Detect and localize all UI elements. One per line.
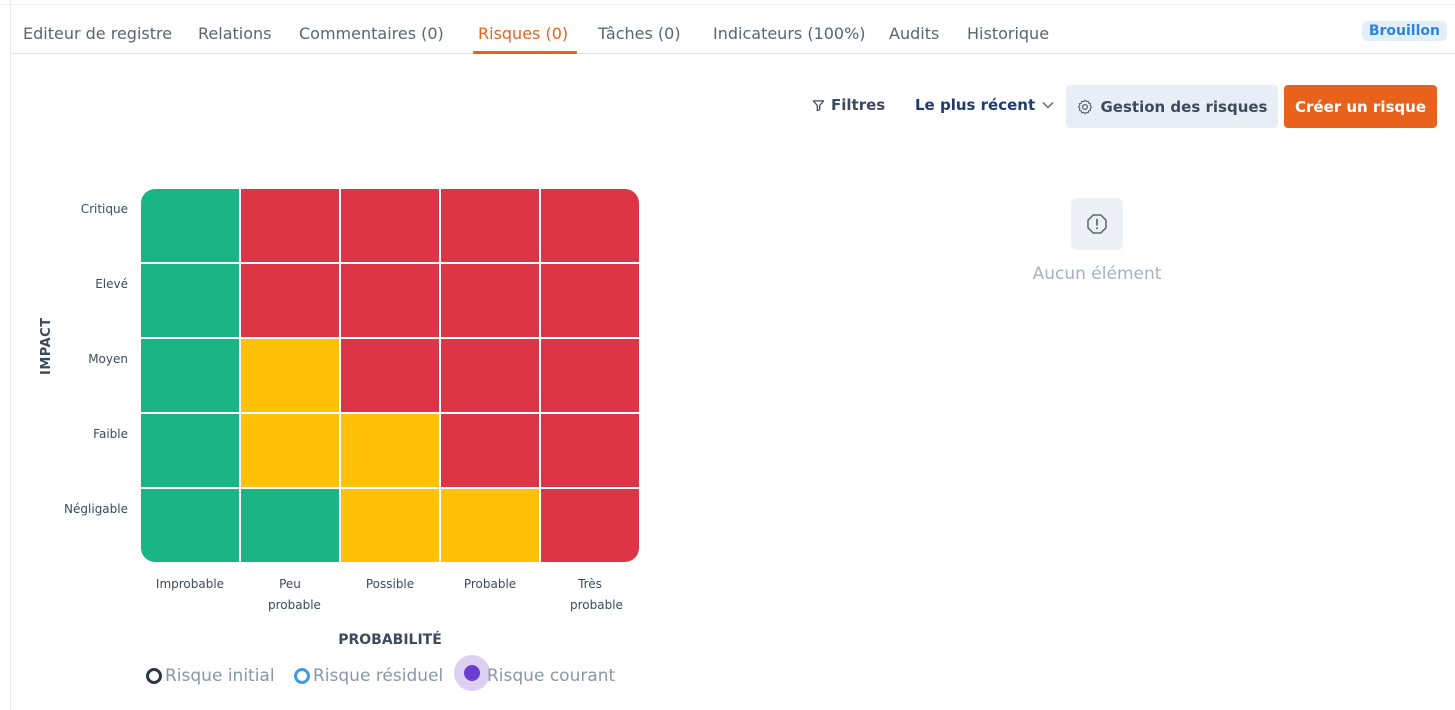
matrix-cell[interactable]: [541, 414, 639, 487]
risk-matrix: [141, 189, 639, 562]
matrix-cell[interactable]: [341, 414, 439, 487]
chevron-down-icon: [1042, 102, 1054, 109]
legend-initial-label: Risque initial: [165, 666, 275, 686]
current-risk-marker-icon: [464, 665, 480, 681]
alert-octagon-icon: [1071, 198, 1123, 250]
filter-button[interactable]: Filtres: [812, 96, 885, 114]
manage-risks-label: Gestion des risques: [1100, 97, 1268, 116]
legend-current-label: Risque courant: [487, 666, 616, 686]
legend-residual[interactable]: Risque résiduel: [294, 666, 443, 686]
row-label: Critique: [80, 202, 128, 216]
tab-taches[interactable]: Tâches (0): [598, 24, 681, 43]
gear-icon: [1077, 99, 1092, 114]
tab-risques[interactable]: Risques (0): [478, 24, 568, 43]
legend-initial[interactable]: Risque initial: [146, 666, 275, 686]
matrix-cell[interactable]: [141, 414, 239, 487]
initial-risk-marker-icon: [146, 668, 162, 684]
filter-icon: [812, 99, 825, 111]
sort-label: Le plus récent: [915, 96, 1036, 114]
tab-indicateurs[interactable]: Indicateurs (100%): [713, 24, 866, 43]
x-axis-label: PROBABILITÉ: [338, 632, 442, 648]
tab-historique[interactable]: Historique: [967, 24, 1049, 43]
legend-residual-label: Risque résiduel: [313, 666, 444, 686]
filter-label: Filtres: [831, 96, 886, 114]
matrix-cell[interactable]: [541, 264, 639, 337]
status-badge: Brouillon: [1361, 21, 1447, 41]
tab-bar: Editeur de registre Relations Commentair…: [10, 12, 1455, 54]
column-label: Probable: [463, 577, 517, 591]
matrix-cell[interactable]: [541, 339, 639, 412]
active-tab-indicator: [473, 51, 577, 54]
matrix-cell[interactable]: [541, 189, 639, 262]
matrix-cell[interactable]: [341, 264, 439, 337]
current-risk-marker-halo[interactable]: [454, 655, 490, 691]
manage-risks-button[interactable]: Gestion des risques: [1066, 85, 1278, 128]
matrix-cell[interactable]: [441, 264, 539, 337]
empty-state-text: Aucun élément: [1032, 264, 1162, 284]
matrix-cell[interactable]: [441, 339, 539, 412]
row-label: Moyen: [88, 352, 128, 366]
row-label: Elevé: [95, 277, 128, 291]
matrix-cell[interactable]: [141, 339, 239, 412]
create-risk-button[interactable]: Créer un risque: [1284, 85, 1437, 128]
matrix-cell[interactable]: [241, 489, 339, 562]
matrix-cell[interactable]: [241, 264, 339, 337]
matrix-cell[interactable]: [241, 339, 339, 412]
row-label: Faible: [93, 427, 128, 441]
matrix-cell[interactable]: [141, 489, 239, 562]
matrix-cell[interactable]: [241, 189, 339, 262]
column-label: Possible: [365, 577, 415, 591]
matrix-cell[interactable]: [341, 489, 439, 562]
matrix-cell[interactable]: [341, 339, 439, 412]
y-axis-label: IMPACT: [39, 317, 54, 375]
tab-relations[interactable]: Relations: [198, 24, 271, 43]
matrix-cell[interactable]: [241, 414, 339, 487]
matrix-cell[interactable]: [541, 489, 639, 562]
column-label: Peu probable: [268, 577, 321, 612]
column-label: Improbable: [155, 577, 225, 591]
column-label: Très probable: [570, 577, 623, 612]
matrix-cell[interactable]: [141, 189, 239, 262]
tab-commentaires[interactable]: Commentaires (0): [299, 24, 444, 43]
matrix-cell[interactable]: [441, 189, 539, 262]
matrix-cell[interactable]: [141, 264, 239, 337]
tab-audits[interactable]: Audits: [889, 24, 939, 43]
matrix-cell[interactable]: [441, 414, 539, 487]
matrix-cell[interactable]: [441, 489, 539, 562]
residual-risk-marker-icon: [294, 668, 310, 684]
matrix-cell[interactable]: [341, 189, 439, 262]
sort-dropdown[interactable]: Le plus récent: [915, 96, 1054, 114]
row-label: Négligable: [64, 502, 128, 516]
tab-editeur-de-registre[interactable]: Editeur de registre: [23, 24, 172, 43]
legend-current[interactable]: Risque courant: [487, 666, 615, 686]
